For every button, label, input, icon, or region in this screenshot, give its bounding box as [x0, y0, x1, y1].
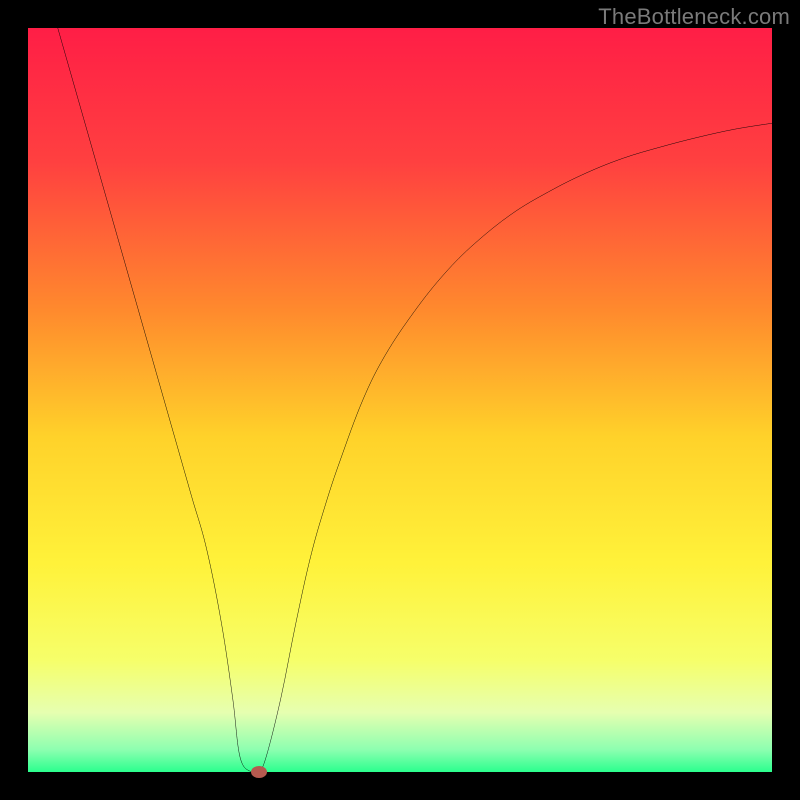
plot-area	[28, 28, 772, 772]
chart-frame: TheBottleneck.com	[0, 0, 800, 800]
optimum-marker	[251, 766, 267, 778]
attribution-watermark: TheBottleneck.com	[598, 4, 790, 30]
bottleneck-curve	[28, 28, 772, 772]
